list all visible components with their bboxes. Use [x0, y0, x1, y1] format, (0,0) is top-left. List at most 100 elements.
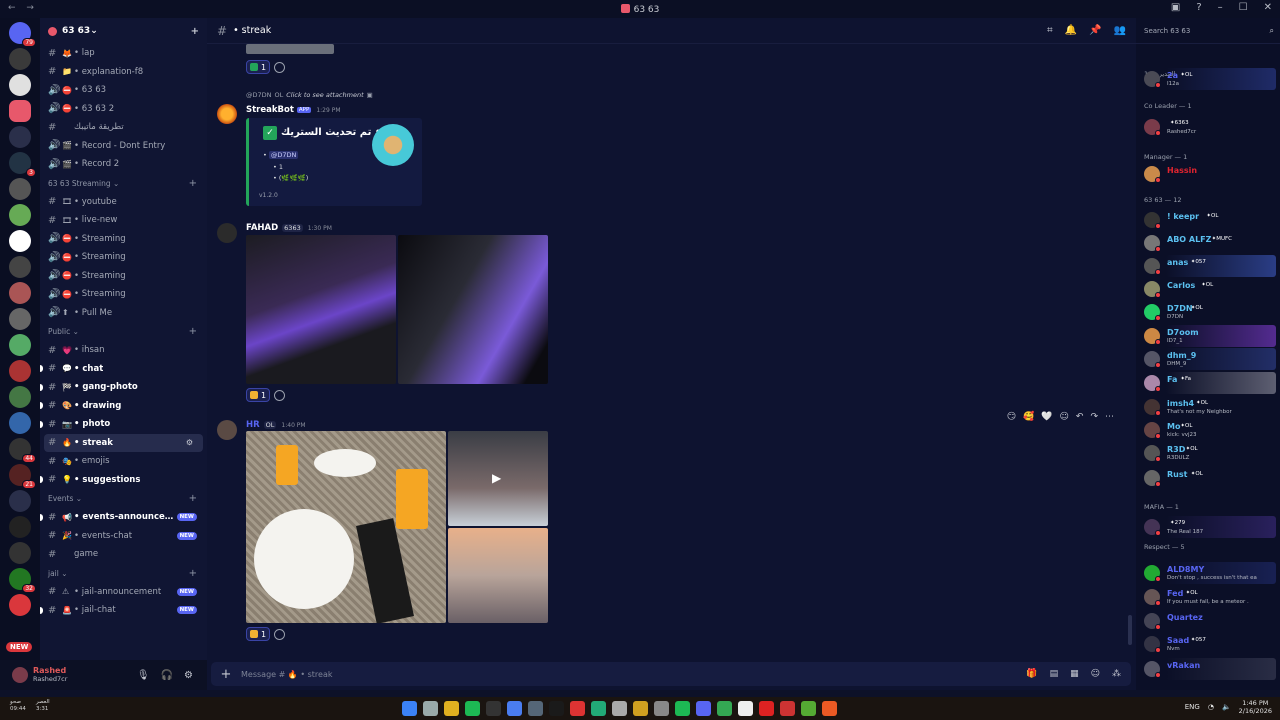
attachment-image[interactable]: [246, 235, 396, 384]
channel-chat[interactable]: # 💬 • chat: [40, 360, 207, 379]
bell-icon[interactable]: 🔔: [1065, 25, 1077, 36]
member-row[interactable]: Rust ✦OL: [1136, 467, 1280, 489]
taskbar-app-icon[interactable]: [696, 701, 711, 716]
channel-ihsan[interactable]: # 💗 • ihsan: [40, 341, 207, 360]
server-icon[interactable]: 32: [9, 568, 36, 593]
gif-icon[interactable]: ▤: [1050, 669, 1059, 679]
channel-63-63[interactable]: 🔊 ⛔ • 63 63: [40, 81, 207, 100]
channel-streaming[interactable]: 🔊 ⛔ • Streaming: [40, 230, 207, 249]
video-attachment[interactable]: ▶: [448, 431, 548, 526]
channel-jail-chat[interactable]: # 🚨 • jail-chat NEW: [40, 601, 207, 620]
avatar[interactable]: [217, 420, 237, 440]
channel-jail-announcement[interactable]: # ⚠ • jail-announcement NEW: [40, 583, 207, 602]
member-row[interactable]: Quartez: [1136, 610, 1280, 632]
inbox-icon[interactable]: ▣: [1171, 2, 1180, 13]
category-header[interactable]: Public ⌄ +: [40, 322, 207, 341]
channel-gang-photo[interactable]: # 🏁 • gang-photo: [40, 378, 207, 397]
channel-youtube[interactable]: # 🎞 • youtube: [40, 193, 207, 212]
channel-63-63-2[interactable]: 🔊 ⛔ • 63 63 2: [40, 100, 207, 119]
member-row[interactable]: imsh4 ✦OL That's not my Neighbor: [1136, 396, 1280, 418]
taskbar-app-icon[interactable]: [402, 701, 417, 716]
member-row[interactable]: ALD8MY Don't stop , success isn't that ea: [1136, 562, 1280, 584]
channel-record-2[interactable]: 🔊 🎬 • Record 2: [40, 155, 207, 174]
reaction-icon[interactable]: 🥰: [1023, 412, 1034, 422]
taskbar-app-icon[interactable]: [549, 701, 564, 716]
taskbar-app-icon[interactable]: [528, 701, 543, 716]
category-header[interactable]: 63 63 Streaming ⌄ +: [40, 174, 207, 193]
wifi-icon[interactable]: ◔: [1208, 703, 1214, 711]
add-reaction-icon[interactable]: [274, 389, 286, 401]
channel-photo[interactable]: # 📷 • photo: [40, 415, 207, 434]
attachment-image[interactable]: [448, 528, 548, 623]
channel-record-dont-entry[interactable]: 🔊 🎬 • Record - Dont Entry: [40, 137, 207, 156]
server-icon[interactable]: [9, 204, 31, 226]
channel-drawing[interactable]: # 🎨 • drawing: [40, 397, 207, 416]
channel-pull-me[interactable]: 🔊 ⬆ • Pull Me: [40, 304, 207, 323]
member-row[interactable]: Carlos ✦OL: [1136, 278, 1280, 300]
microphone-icon[interactable]: 🎙: [137, 670, 150, 681]
channel--[interactable]: # تطريقة ماتيبك: [40, 118, 207, 137]
taskbar-app-icon[interactable]: [612, 701, 627, 716]
taskbar-app-icon[interactable]: [591, 701, 606, 716]
server-icon[interactable]: 44: [9, 438, 36, 463]
avatar[interactable]: [217, 223, 237, 243]
reaction-icon[interactable]: 😏: [1007, 412, 1016, 422]
member-row[interactable]: R3D ✦OL R3DULZ: [1136, 442, 1280, 464]
help-icon[interactable]: ?: [1196, 2, 1201, 13]
member-row[interactable]: Fed ✦OL If you must fall, be a meteor .: [1136, 586, 1280, 608]
author-name[interactable]: StreakBot: [246, 105, 294, 115]
reaction[interactable]: 1: [246, 60, 271, 74]
member-row[interactable]: anas ✦057: [1136, 255, 1280, 277]
attachment-image[interactable]: [398, 235, 548, 384]
user-mention[interactable]: @D7DN: [268, 151, 299, 159]
server-icon[interactable]: [9, 360, 31, 382]
add-reaction-icon[interactable]: [274, 628, 286, 640]
attachment-image[interactable]: [246, 431, 446, 623]
add-channel-icon[interactable]: +: [189, 493, 197, 504]
channel-events-announcem-[interactable]: # 📢 • events-announcem... NEW: [40, 508, 207, 527]
server-icon[interactable]: [9, 282, 31, 304]
taskbar-app-icon[interactable]: [444, 701, 459, 716]
gift-icon[interactable]: 🎁: [1026, 669, 1037, 679]
members-icon[interactable]: 👥: [1114, 25, 1126, 36]
reaction[interactable]: 1: [246, 627, 271, 641]
add-reaction-icon[interactable]: [274, 61, 286, 73]
search-icon[interactable]: ⌕: [1270, 26, 1274, 36]
server-icon[interactable]: [9, 74, 31, 96]
taskbar-app-icon[interactable]: [717, 701, 732, 716]
add-channel-icon[interactable]: +: [189, 568, 197, 579]
member-row[interactable]: dhm_9 DHM_9: [1136, 348, 1280, 370]
server-icon[interactable]: [9, 516, 31, 538]
server-icon[interactable]: 21: [9, 464, 36, 489]
maximize-button[interactable]: ☐: [1239, 2, 1248, 13]
taskbar-app-icon[interactable]: [738, 701, 753, 716]
taskbar-app-icon[interactable]: [633, 701, 648, 716]
member-row[interactable]: vRakan: [1136, 658, 1280, 680]
more-icon[interactable]: ⋯: [1105, 412, 1114, 422]
server-icon[interactable]: [9, 308, 31, 330]
avatar[interactable]: [12, 667, 28, 683]
member-row[interactable]: Fa ✦Fa: [1136, 372, 1280, 394]
taskbar-app-icon[interactable]: [654, 701, 669, 716]
server-icon[interactable]: [9, 386, 31, 408]
volume-icon[interactable]: 🔈: [1222, 703, 1231, 711]
server-icon[interactable]: 3: [9, 152, 36, 177]
server-icon[interactable]: [9, 412, 31, 434]
reply-icon[interactable]: ↶: [1076, 412, 1084, 422]
channel-explanation-f8[interactable]: # 📁 • explanation-f8: [40, 63, 207, 82]
member-row[interactable]: D7oom ID7_1: [1136, 325, 1280, 347]
server-icon[interactable]: [9, 230, 31, 252]
add-channel-icon[interactable]: +: [189, 178, 197, 189]
member-row[interactable]: ABO ALFZ ✦MUFC: [1136, 232, 1280, 254]
server-icon[interactable]: [9, 256, 31, 278]
member-row[interactable]: 2a ✦OL I12a: [1136, 68, 1280, 90]
emoji-icon[interactable]: ☺: [1091, 669, 1100, 679]
server-icon[interactable]: [9, 594, 31, 616]
taskbar-app-icon[interactable]: [675, 701, 690, 716]
threads-icon[interactable]: ⌗: [1047, 25, 1053, 36]
taskbar-app-icon[interactable]: [759, 701, 774, 716]
channel-game[interactable]: # game: [40, 545, 207, 564]
scrollbar[interactable]: [1128, 615, 1132, 645]
server-icon[interactable]: [9, 178, 31, 200]
close-button[interactable]: ✕: [1264, 2, 1272, 13]
